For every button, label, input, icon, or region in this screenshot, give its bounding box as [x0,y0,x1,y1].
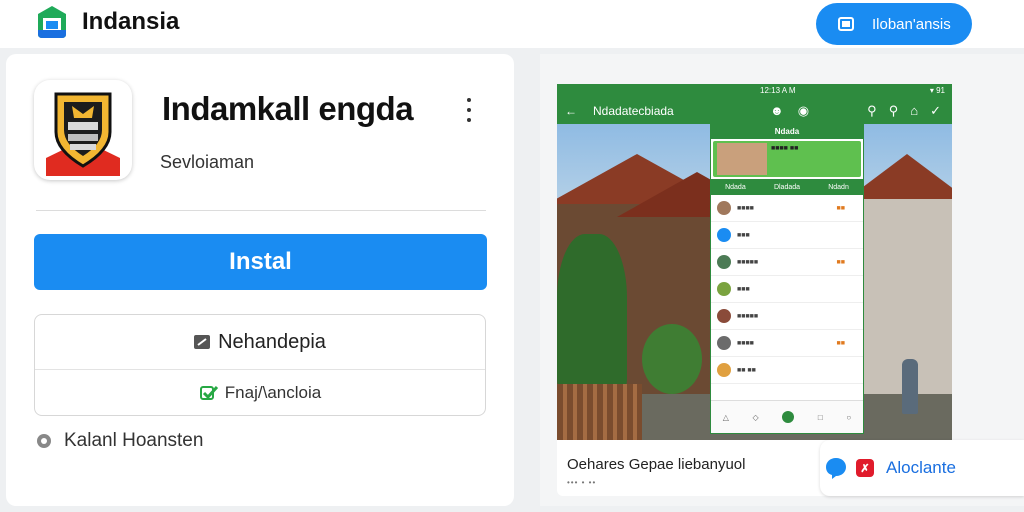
more-options-icon[interactable] [462,98,476,122]
home-nav-icon [782,411,795,423]
chat-row: ■■■■ ■■ [711,195,863,222]
shield-helmet-icon [46,92,120,176]
chat-bubble-icon [826,458,846,479]
option-secondary-button[interactable]: Fnaj/\ancloia [35,370,485,416]
chat-row: ■■■■ ■■ [711,330,863,357]
chat-tab: Dladada [773,183,801,191]
people-icon: ☻ [770,103,784,118]
chat-row: ■■■■■ ■■ [711,249,863,276]
person-figure [902,359,918,414]
camera-icon: ◉ [797,103,810,118]
chat-tabs: Ndada Dladada Ndadn [711,179,863,195]
header-action-label: Iloban'ansis [872,15,951,33]
search-icon: ⚲ [867,103,877,118]
preview-caption: Oehares Gepae liebanyuol [567,456,746,473]
nav-icon: ◇ [752,412,759,422]
nav-icon: △ [722,412,729,422]
extra-info-row[interactable]: Kalanl Hoansten [36,430,203,452]
phone-title: Ndadatecbiada [593,104,674,118]
chat-banner-photo [717,143,767,175]
chat-header: Ndada [711,125,863,139]
nav-icon: ○ [846,412,852,422]
phone-nav-icons-right: ⚲ ⚲ ⌂ ✓ [867,103,941,119]
follow-label: Aloclante [886,458,956,477]
option-primary-label: Nehandepia [218,330,326,353]
window-icon [838,17,854,31]
checkmark-icon [199,385,218,400]
app-developer: Sevloiaman [160,152,255,172]
chat-tab: Ndada [725,183,746,191]
chat-banner: ■■■■ ■■ [713,141,861,177]
brand-name: Indansia [82,8,180,35]
home-icon: ⌂ [910,103,919,118]
top-bar: Indansia Iloban'ansis [0,0,1024,48]
chat-bottom-nav: △ ◇ □ ○ [711,400,863,433]
play-badge-icon: ✗ [856,459,874,477]
phone-battery: ▾ 91 [929,86,945,95]
chat-row: ■■■ [711,222,863,249]
install-button[interactable]: Instal [34,234,487,290]
check-icon: ✓ [930,103,941,118]
nav-icon: □ [817,412,823,422]
option-secondary-label: Fnaj/\ancloia [224,383,322,402]
chat-banner-text: ■■■■ ■■ [771,145,799,152]
info-icon [37,434,51,448]
palm-tree [557,234,627,394]
bush [642,324,702,394]
chat-overlay: Ndada ■■■■ ■■ Ndada Dladada Ndadn ■■■■ ■■… [710,124,864,434]
app-title: Indamkall engda [162,90,414,127]
options-box: Nehandepia Fnaj/\ancloia [34,314,486,416]
chat-tab: Ndadn [828,183,849,191]
back-arrow-icon: ← [565,104,577,118]
chat-row: ■■■ [711,276,863,303]
divider [36,210,486,211]
phone-app-bar: 12:13 A M ▾ 91 ← Ndadatecbiada ☻ ◉ ⚲ ⚲ ⌂… [557,84,952,124]
app-icon [34,80,132,180]
phone-nav-icons: ☻ ◉ [770,103,809,119]
preview-caption-sub: ••• • •• [567,478,597,487]
option-primary-button[interactable]: Nehandepia [35,315,485,369]
follow-box[interactable]: ✗ Aloclante [820,440,1024,496]
flag-icon [194,335,211,349]
chat-row: ■■ ■■ [711,357,863,384]
search-icon-2: ⚲ [888,103,899,118]
brand-logo-icon [38,6,66,38]
header-action-button[interactable]: Iloban'ansis [816,3,972,45]
extra-info-label: Kalanl Hoansten [64,430,204,451]
phone-clock: 12:13 A M [760,86,796,95]
chat-row: ■■■■■ [711,303,863,330]
phone-nav: ← Ndadatecbiada ☻ ◉ ⚲ ⚲ ⌂ ✓ [565,101,945,121]
fence [557,384,642,440]
